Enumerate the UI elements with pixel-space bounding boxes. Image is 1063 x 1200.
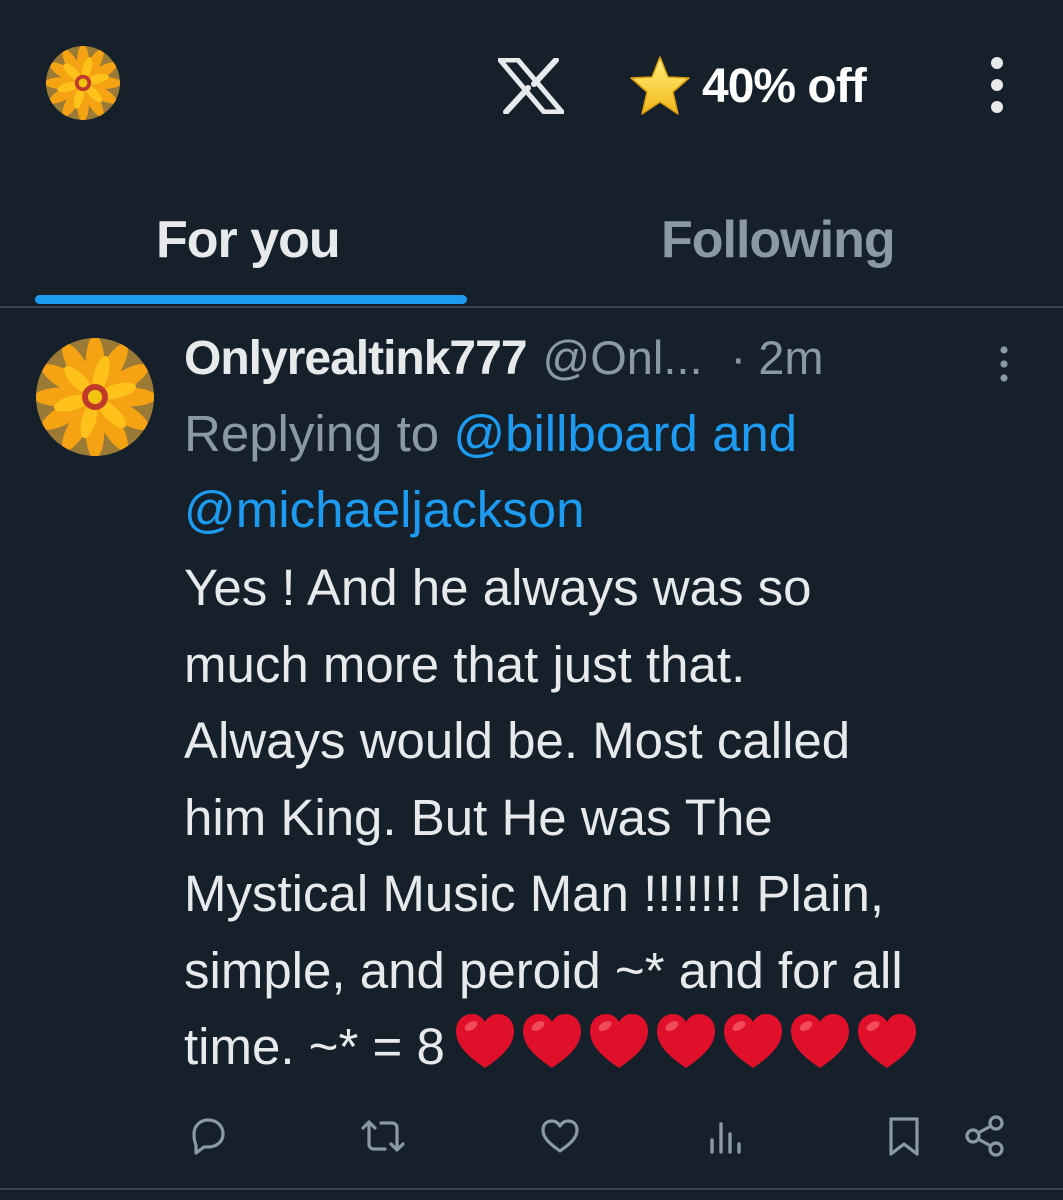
tweet-more-icon[interactable] xyxy=(994,344,1014,384)
premium-promo[interactable]: 40% off xyxy=(628,54,867,118)
tweet[interactable]: Onlyrealtink777 @Onl... · 2m Replying to… xyxy=(0,308,1063,1200)
tweet-text-line: Always would be. Most called xyxy=(184,712,851,769)
tab-for-you[interactable]: For you xyxy=(156,210,341,270)
star-icon xyxy=(628,54,692,118)
tweet-text: Yes ! And he always was so much more tha… xyxy=(184,550,1044,1086)
active-tab-indicator xyxy=(35,295,467,304)
bookmark-icon[interactable] xyxy=(882,1114,926,1158)
author-display-name[interactable]: Onlyrealtink777 xyxy=(184,331,528,386)
profile-avatar[interactable] xyxy=(46,46,120,120)
tweet-text-line: Mystical Music Man !!!!!!! Plain, xyxy=(184,865,885,922)
tweet-actions xyxy=(0,1104,1063,1168)
author-avatar[interactable] xyxy=(36,338,154,456)
tweet-text-line: much more that just that. xyxy=(184,635,746,693)
heart-emoji-icon xyxy=(587,1010,651,1072)
heart-emoji-icon xyxy=(520,1010,584,1072)
x-logo-icon[interactable] xyxy=(497,57,565,115)
share-icon[interactable] xyxy=(962,1114,1008,1158)
tab-following[interactable]: Following xyxy=(661,210,896,270)
replying-to: Replying to @billboard and @michaeljacks… xyxy=(184,396,1044,548)
views-icon[interactable] xyxy=(704,1114,748,1158)
tweet-header: Onlyrealtink777 @Onl... · 2m xyxy=(184,330,824,390)
author-handle[interactable]: @Onl... xyxy=(543,330,703,385)
heart-emoji-icon xyxy=(788,1010,852,1072)
heart-emoji-icon xyxy=(721,1010,785,1072)
replying-to-link-billboard[interactable]: @billboard and xyxy=(453,405,797,462)
promo-label: 40% off xyxy=(702,59,867,113)
like-icon[interactable] xyxy=(538,1114,582,1158)
timeline-tabs: For you Following xyxy=(0,175,1063,306)
retweet-icon[interactable] xyxy=(358,1114,408,1158)
reply-icon[interactable] xyxy=(186,1114,230,1158)
tweet-text-line: simple, and peroid ~* and for all xyxy=(184,941,903,999)
heart-emoji-group xyxy=(453,1010,922,1072)
heart-emoji-icon xyxy=(855,1010,919,1072)
top-bar: 40% off xyxy=(0,0,1063,175)
tweet-text-line: Yes ! And he always was so xyxy=(184,559,812,616)
tweet-text-last-line: time. ~* = 8 xyxy=(184,1009,1044,1086)
replying-to-link-michaeljackson[interactable]: @michaeljackson xyxy=(184,481,584,538)
heart-emoji-icon xyxy=(453,1010,517,1072)
tweet-text-line: him King. But He was The xyxy=(184,788,773,846)
tweet-timestamp[interactable]: 2m xyxy=(758,330,823,385)
bottom-divider xyxy=(0,1188,1063,1190)
more-vertical-icon[interactable] xyxy=(980,56,1014,114)
tweet-text-line: time. ~* = 8 xyxy=(184,1018,445,1075)
replying-to-prefix: Replying to xyxy=(184,405,440,462)
heart-emoji-icon xyxy=(654,1010,718,1072)
separator-dot: · xyxy=(730,331,747,384)
